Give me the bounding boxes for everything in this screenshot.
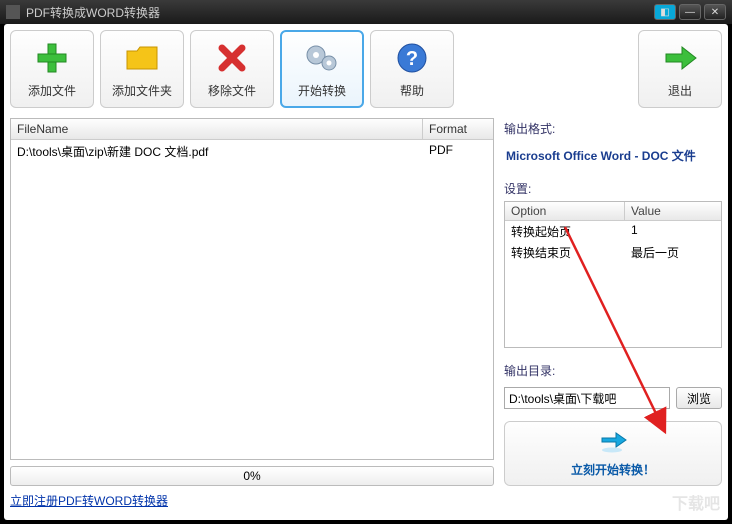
register-link[interactable]: 立即注册PDF转WORD转换器 — [10, 494, 168, 508]
settings-label: 设置: — [504, 180, 722, 197]
x-icon — [214, 40, 250, 76]
help-button[interactable]: ? 帮助 — [370, 30, 454, 108]
start-convert-label: 开始转换 — [298, 82, 346, 99]
help-icon: ? — [394, 40, 430, 76]
remove-label: 移除文件 — [208, 82, 256, 99]
app-icon — [6, 5, 20, 19]
minimize-button[interactable]: — — [679, 4, 701, 20]
titlebar: PDF转换成WORD转换器 ◧ — ✕ — [0, 0, 732, 24]
cell-value: 最后一页 — [625, 242, 721, 263]
table-row[interactable]: 转换起始页 1 — [505, 221, 721, 242]
start-now-button[interactable]: 立刻开始转换！ — [504, 421, 722, 486]
browse-button[interactable]: 浏览 — [676, 387, 722, 409]
cell-option: 转换起始页 — [505, 221, 625, 242]
output-format-value[interactable]: Microsoft Office Word - DOC 文件 — [504, 141, 722, 170]
svg-text:?: ? — [406, 48, 418, 70]
convert-icon — [598, 430, 628, 457]
column-header-option[interactable]: Option — [505, 202, 625, 220]
settings-table[interactable]: Option Value 转换起始页 1 转换结束页 最后一页 — [504, 201, 722, 348]
table-row[interactable]: 转换结束页 最后一页 — [505, 242, 721, 263]
column-header-value[interactable]: Value — [625, 202, 721, 220]
remove-button[interactable]: 移除文件 — [190, 30, 274, 108]
progress-text: 0% — [243, 469, 260, 483]
add-file-button[interactable]: 添加文件 — [10, 30, 94, 108]
table-row[interactable]: D:\tools\桌面\zip\新建 DOC 文档.pdf PDF — [11, 140, 493, 163]
arrow-right-icon — [662, 40, 698, 76]
output-dir-label: 输出目录: — [504, 362, 722, 379]
exit-button[interactable]: 退出 — [638, 30, 722, 108]
close-button[interactable]: ✕ — [704, 4, 726, 20]
start-convert-button[interactable]: 开始转换 — [280, 30, 364, 108]
help-label: 帮助 — [400, 82, 424, 99]
exit-label: 退出 — [668, 82, 692, 99]
toolbar: 添加文件 添加文件夹 移除文件 开始转换 — [10, 30, 722, 110]
gears-icon — [304, 40, 340, 76]
cell-value: 1 — [625, 221, 721, 242]
cell-filename: D:\tools\桌面\zip\新建 DOC 文档.pdf — [11, 140, 423, 163]
add-folder-button[interactable]: 添加文件夹 — [100, 30, 184, 108]
theme-button[interactable]: ◧ — [654, 4, 676, 20]
folder-icon — [124, 40, 160, 76]
cell-option: 转换结束页 — [505, 242, 625, 263]
start-now-label: 立刻开始转换！ — [571, 461, 655, 478]
output-dir-input[interactable] — [504, 387, 670, 409]
output-format-label: 输出格式: — [504, 120, 722, 137]
cell-format: PDF — [423, 140, 493, 163]
column-header-format[interactable]: Format — [423, 119, 493, 139]
plus-icon — [34, 40, 70, 76]
add-folder-label: 添加文件夹 — [112, 82, 172, 99]
progress-bar: 0% — [10, 466, 494, 486]
file-table[interactable]: FileName Format D:\tools\桌面\zip\新建 DOC 文… — [10, 118, 494, 460]
window-title: PDF转换成WORD转换器 — [26, 4, 160, 21]
column-header-filename[interactable]: FileName — [11, 119, 423, 139]
add-file-label: 添加文件 — [28, 82, 76, 99]
